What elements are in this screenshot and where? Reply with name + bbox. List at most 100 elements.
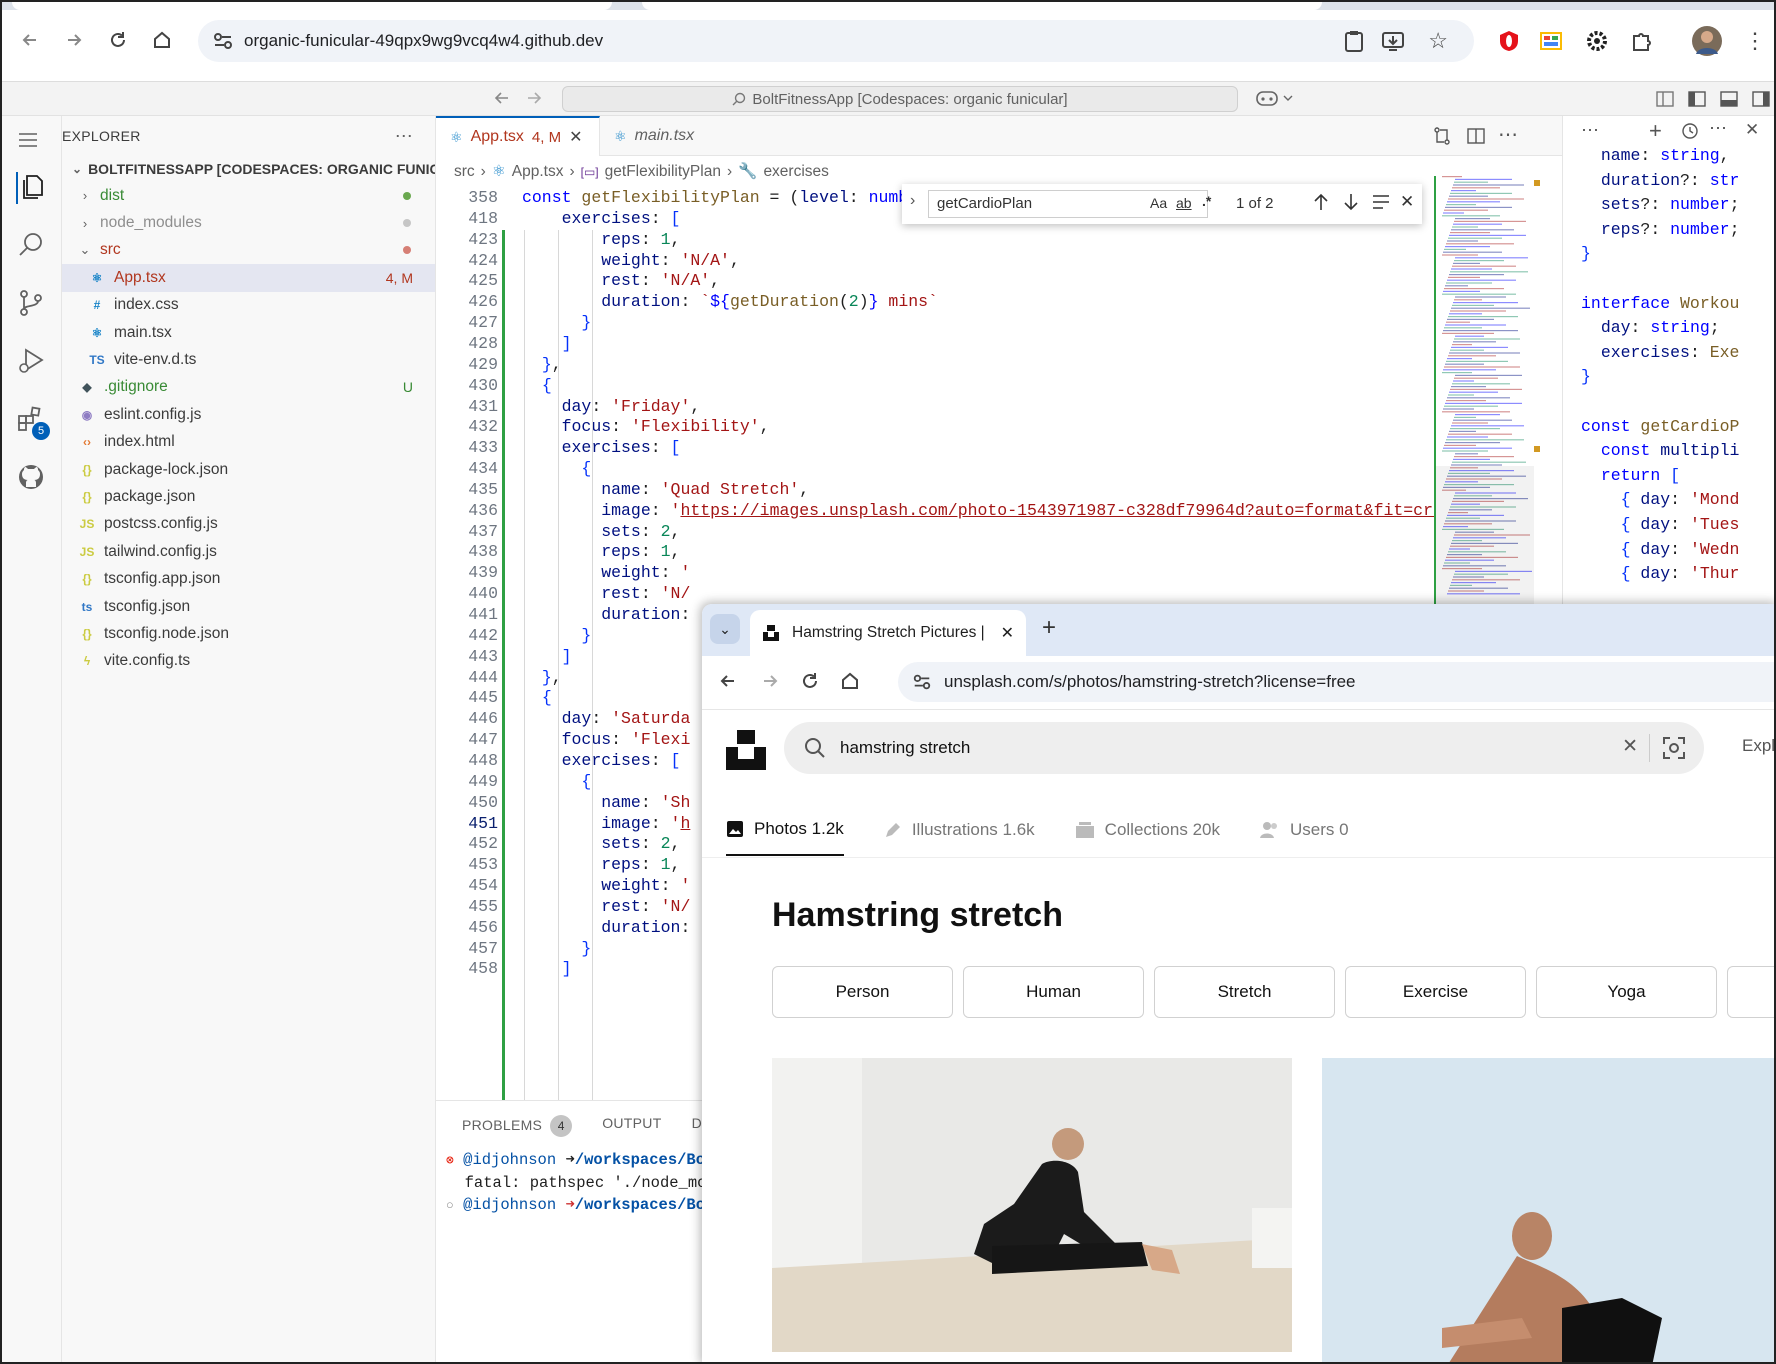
- search-input[interactable]: hamstring stretch ✕: [784, 722, 1704, 774]
- tree-item[interactable]: ‹› index.html: [62, 429, 435, 456]
- tab-app-tsx[interactable]: ⚛ App.tsx 4, M ✕: [436, 116, 600, 156]
- new-chat-icon[interactable]: +: [1649, 118, 1662, 144]
- split-editor-icon[interactable]: [1466, 126, 1486, 146]
- breadcrumb-item[interactable]: exercises: [763, 163, 828, 181]
- install-app-icon[interactable]: [1382, 30, 1404, 52]
- explore-link[interactable]: Expl: [1742, 736, 1774, 756]
- command-center[interactable]: BoltFitnessApp [Codespaces: organic funi…: [562, 86, 1238, 112]
- new-tab-icon[interactable]: +: [1042, 614, 1056, 642]
- profile-avatar[interactable]: [1692, 26, 1722, 56]
- toggle-primary-sidebar-icon[interactable]: [1688, 90, 1706, 108]
- nav-back-icon[interactable]: [492, 88, 512, 108]
- tab-collections[interactable]: Collections 20k: [1075, 804, 1220, 856]
- forward-icon[interactable]: [58, 24, 90, 56]
- tree-item[interactable]: {} tsconfig.app.json: [62, 565, 435, 592]
- tree-item[interactable]: ◉ eslint.config.js: [62, 401, 435, 428]
- browser-menu-icon[interactable]: ⋮: [1740, 26, 1770, 56]
- tree-item[interactable]: ts tsconfig.json: [62, 593, 435, 620]
- tree-item[interactable]: › node_modules: [62, 209, 435, 236]
- tab-main-tsx[interactable]: ⚛ main.tsx: [600, 116, 708, 156]
- tag-chip[interactable]: Stretch: [1154, 966, 1335, 1018]
- unsplash-logo-icon[interactable]: [726, 730, 766, 770]
- workspace-root[interactable]: ⌄ BOLTFITNESSAPP [CODESPACES: ORGANIC FU…: [62, 156, 435, 182]
- tag-chip[interactable]: Exercise: [1345, 966, 1526, 1018]
- match-case-toggle[interactable]: Aa: [1150, 195, 1167, 211]
- tree-item[interactable]: ϟ vite.config.ts: [62, 648, 435, 675]
- tab-problems[interactable]: PROBLEMS 4: [462, 1115, 573, 1137]
- extensions-icon[interactable]: [16, 404, 48, 436]
- tab-photos[interactable]: Photos 1.2k: [726, 804, 844, 856]
- extensions-puzzle-icon[interactable]: [1626, 26, 1656, 56]
- tree-item[interactable]: ⚛ App.tsx 4, M: [62, 264, 435, 292]
- tab-output[interactable]: OUTPUT: [602, 1115, 661, 1137]
- more-actions-icon[interactable]: ⋯: [395, 126, 413, 147]
- run-debug-icon[interactable]: [16, 346, 48, 378]
- more-actions-icon[interactable]: ⋯: [1498, 122, 1518, 147]
- close-icon[interactable]: ✕: [569, 127, 582, 147]
- find-in-selection-icon[interactable]: [1372, 194, 1390, 210]
- tree-item[interactable]: # index.css: [62, 292, 435, 319]
- arrow-up-icon[interactable]: [1312, 192, 1330, 212]
- tree-item[interactable]: {} package.json: [62, 483, 435, 510]
- toggle-secondary-sidebar-icon[interactable]: [1752, 90, 1770, 108]
- secondary-code[interactable]: name: string, duration?: str sets?: numb…: [1581, 144, 1739, 587]
- tab-unsplash[interactable]: Hamstring Stretch Pictures | Do ✕: [750, 610, 1026, 656]
- opera-extension-icon[interactable]: [1494, 26, 1524, 56]
- toggle-panel-icon[interactable]: [1720, 90, 1738, 108]
- explorer-icon[interactable]: [16, 172, 48, 204]
- back-icon[interactable]: [718, 671, 738, 691]
- tree-item[interactable]: ⚛ main.tsx: [62, 319, 435, 346]
- gear-extension-icon[interactable]: [1582, 26, 1612, 56]
- tag-chip[interactable]: [1727, 966, 1774, 1018]
- colorful-extension-icon[interactable]: [1536, 26, 1566, 56]
- github-icon[interactable]: [16, 462, 48, 494]
- copilot-icon[interactable]: [1256, 88, 1294, 108]
- toggle-replace-icon[interactable]: ›: [910, 192, 915, 210]
- terminal-output[interactable]: ⊗ @idjohnson ➜/workspaces/Bo fatal: path…: [446, 1149, 716, 1217]
- compare-changes-icon[interactable]: [1432, 126, 1452, 146]
- tree-item[interactable]: ⌄ src: [62, 237, 435, 264]
- site-info-icon[interactable]: [912, 672, 932, 692]
- breadcrumb-item[interactable]: App.tsx: [512, 163, 564, 181]
- breadcrumb-item[interactable]: src: [454, 163, 475, 181]
- history-icon[interactable]: [1681, 122, 1699, 140]
- minimap[interactable]: [1434, 176, 1544, 606]
- tree-item[interactable]: {} tsconfig.node.json: [62, 620, 435, 647]
- close-icon[interactable]: ✕: [1001, 623, 1014, 643]
- tree-item[interactable]: TS vite-env.d.ts: [62, 346, 435, 373]
- address-bar[interactable]: organic-funicular-49qpx9wg9vcq4w4.github…: [198, 20, 1474, 62]
- reload-icon[interactable]: [800, 671, 820, 691]
- more-actions-icon[interactable]: ⋯: [1709, 118, 1727, 139]
- tab-users[interactable]: Users 0: [1259, 804, 1349, 856]
- regex-toggle[interactable]: .*: [1202, 193, 1211, 209]
- close-icon[interactable]: ✕: [1400, 192, 1414, 212]
- customize-layout-icon[interactable]: [1656, 90, 1674, 108]
- tree-item[interactable]: JS tailwind.config.js: [62, 538, 435, 565]
- close-icon[interactable]: ✕: [1745, 120, 1759, 140]
- address-bar[interactable]: unsplash.com/s/photos/hamstring-stretch?…: [898, 662, 1774, 702]
- clipboard-icon[interactable]: [1344, 30, 1364, 52]
- home-icon[interactable]: [840, 671, 860, 691]
- tag-chip[interactable]: Human: [963, 966, 1144, 1018]
- tag-chip[interactable]: Yoga: [1536, 966, 1717, 1018]
- tree-item[interactable]: › dist: [62, 182, 435, 209]
- visual-search-icon[interactable]: [1662, 736, 1686, 760]
- bookmark-star-icon[interactable]: ☆: [1428, 28, 1448, 54]
- match-word-toggle[interactable]: ab: [1176, 195, 1192, 211]
- photo-seated-stretch[interactable]: [772, 1058, 1292, 1352]
- tab-illustrations[interactable]: Illustrations 1.6k: [884, 804, 1035, 856]
- site-info-icon[interactable]: [212, 30, 234, 52]
- arrow-down-icon[interactable]: [1342, 192, 1360, 212]
- forward-icon[interactable]: [760, 671, 780, 691]
- clear-icon[interactable]: ✕: [1622, 735, 1638, 758]
- photo-forward-fold[interactable]: [1322, 1058, 1774, 1362]
- tree-item[interactable]: {} package-lock.json: [62, 456, 435, 483]
- tree-item[interactable]: JS postcss.config.js: [62, 511, 435, 538]
- tree-item[interactable]: ◆ .gitignore U: [62, 374, 435, 401]
- source-control-icon[interactable]: [16, 288, 48, 320]
- search-view-icon[interactable]: [16, 230, 48, 262]
- reload-icon[interactable]: [102, 24, 134, 56]
- back-icon[interactable]: [14, 24, 46, 56]
- tag-chip[interactable]: Person: [772, 966, 953, 1018]
- home-icon[interactable]: [146, 24, 178, 56]
